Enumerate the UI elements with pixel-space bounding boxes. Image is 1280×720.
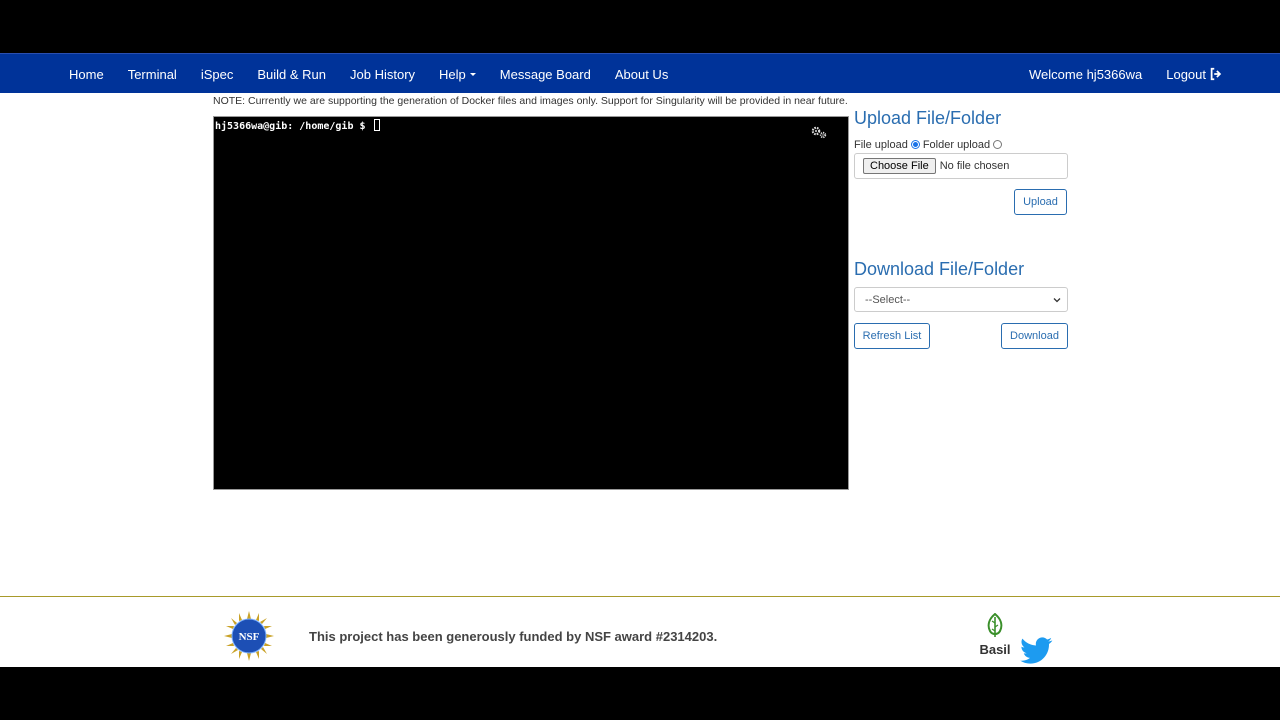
nav-help[interactable]: Help <box>427 54 488 94</box>
terminal-prompt-line: hj5366wa@gib: /home/gib $ <box>215 119 380 132</box>
nav-ispec[interactable]: iSpec <box>189 54 246 94</box>
logout-icon <box>1210 67 1222 81</box>
nav-about-us[interactable]: About Us <box>603 54 680 94</box>
folder-upload-label: Folder upload <box>922 139 991 151</box>
file-upload-radio[interactable] <box>910 139 920 149</box>
nav-left: Home Terminal iSpec Build & Run Job Hist… <box>57 54 680 94</box>
nav-terminal[interactable]: Terminal <box>116 54 189 94</box>
nav-job-history[interactable]: Job History <box>338 54 427 94</box>
file-upload-label: File upload <box>854 139 908 151</box>
caret-down-icon <box>469 72 476 76</box>
basil-link[interactable]: Basil <box>978 612 1012 657</box>
logout-link[interactable]: Logout <box>1154 54 1235 94</box>
refresh-list-button[interactable]: Refresh List <box>854 323 930 349</box>
terminal-cursor <box>373 119 380 131</box>
nav-home[interactable]: Home <box>57 54 116 94</box>
page: Home Terminal iSpec Build & Run Job Hist… <box>0 53 1280 667</box>
nav-help-label: Help <box>439 66 466 82</box>
logout-label: Logout <box>1166 66 1206 82</box>
basil-leaf-icon <box>987 612 1003 637</box>
folder-upload-radio[interactable] <box>993 139 1003 149</box>
download-select-value: --Select-- <box>865 293 911 306</box>
gears-icon[interactable] <box>810 125 828 139</box>
support-note: NOTE: Currently we are supporting the ge… <box>213 95 848 107</box>
upload-title: Upload File/Folder <box>854 108 1002 128</box>
upload-mode-row: File upload Folder upload <box>854 139 1005 151</box>
upload-button[interactable]: Upload <box>1014 189 1067 215</box>
terminal-window[interactable]: hj5366wa@gib: /home/gib $ <box>213 116 849 490</box>
nsf-logo[interactable]: NSF <box>224 611 274 661</box>
chevron-down-icon <box>1053 298 1061 303</box>
terminal-prompt: hj5366wa@gib: /home/gib $ <box>215 121 366 132</box>
download-title: Download File/Folder <box>854 259 1025 279</box>
nav-message-board[interactable]: Message Board <box>488 54 603 94</box>
download-select[interactable]: --Select-- <box>854 287 1068 312</box>
file-input[interactable]: Choose File No file chosen <box>854 153 1068 179</box>
twitter-icon[interactable] <box>1019 637 1053 665</box>
no-file-text: No file chosen <box>939 160 1010 172</box>
navbar: Home Terminal iSpec Build & Run Job Hist… <box>0 53 1280 93</box>
download-button[interactable]: Download <box>1001 323 1068 349</box>
choose-file-button[interactable]: Choose File <box>863 158 936 174</box>
footer: NSF This project has been generously fun… <box>0 596 1280 667</box>
basil-label: Basil <box>979 642 1011 657</box>
funding-text: This project has been generously funded … <box>309 629 718 644</box>
nav-build-run[interactable]: Build & Run <box>245 54 338 94</box>
welcome-user[interactable]: Welcome hj5366wa <box>1017 54 1154 94</box>
nsf-logo-text: NSF <box>239 631 260 643</box>
nav-right: Welcome hj5366wa Logout <box>1017 54 1235 94</box>
